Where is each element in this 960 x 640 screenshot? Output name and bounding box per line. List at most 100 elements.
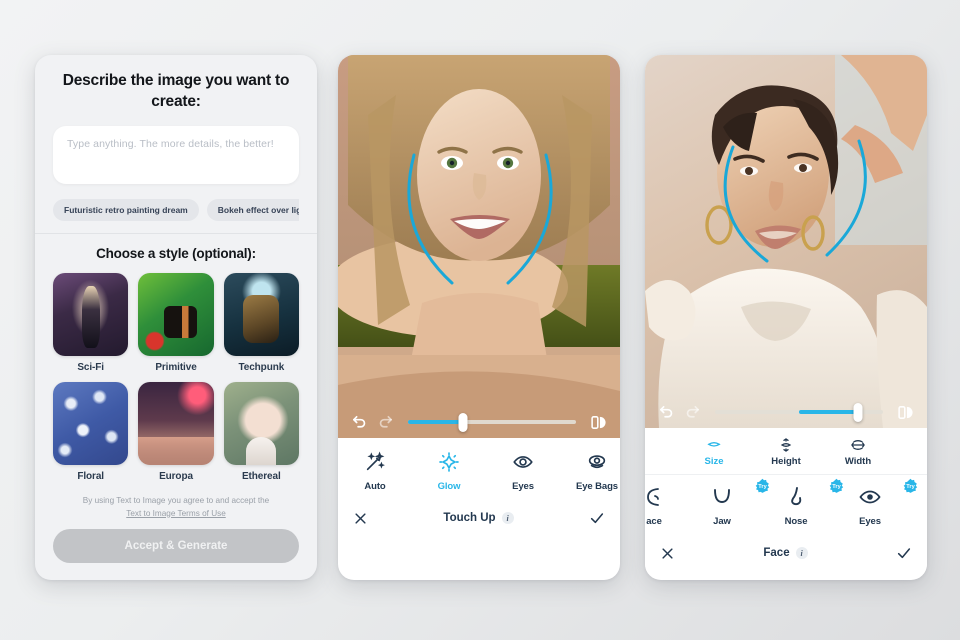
lips-height-icon (758, 436, 814, 453)
touchup-bottom-bar: Touch Up i (338, 497, 620, 539)
nose-icon: Try (759, 478, 844, 510)
style-option-techpunk[interactable]: Techpunk (223, 273, 299, 374)
photo-control-bar (338, 406, 620, 438)
accept-and-generate-button[interactable]: Accept & Generate (53, 528, 299, 563)
check-icon[interactable] (896, 545, 912, 561)
check-icon[interactable] (589, 510, 605, 526)
style-option-ethereal[interactable]: Ethereal (223, 382, 299, 483)
undo-icon[interactable] (351, 414, 368, 431)
style-section-title: Choose a style (optional): (96, 246, 256, 262)
lips-subtab-row[interactable]: Size Height Width (645, 428, 927, 475)
try-badge-label: Try (758, 483, 767, 490)
undo-icon[interactable] (658, 404, 675, 421)
eye-bags-icon (560, 449, 620, 475)
tool-eyes[interactable]: Try Eyes (833, 478, 918, 527)
intensity-slider[interactable] (408, 413, 576, 432)
style-label: Ethereal (241, 471, 281, 483)
face-tool-row[interactable]: ace Try Jaw Try Nose Try Eyes (645, 475, 927, 532)
tool-eye-bags[interactable]: Eye Bags (560, 449, 620, 492)
close-icon[interactable] (660, 546, 675, 561)
terms-sentence: By using Text to Image you agree to and … (82, 496, 270, 506)
panel-title: Face i (763, 547, 808, 559)
try-badge-label: Try (906, 483, 915, 490)
prompt-input[interactable]: Type anything. The more details, the bet… (53, 126, 299, 185)
magic-wand-icon (338, 449, 412, 475)
photo-control-bar (645, 396, 927, 428)
tool-label: Eyes (512, 481, 534, 492)
tool-label: Nose (784, 516, 808, 527)
face-icon (645, 484, 685, 510)
photo-canvas-blonde-woman[interactable] (338, 55, 620, 438)
redo-icon[interactable] (377, 414, 394, 431)
terms-text: By using Text to Image you agree to and … (53, 495, 299, 520)
tool-label: Lips (907, 516, 927, 527)
intensity-slider[interactable] (715, 403, 883, 422)
style-label: Europa (159, 471, 193, 483)
face-panel: Size Height Width ace Try Jaw Try Nose T… (645, 55, 927, 580)
suggestion-chip[interactable]: Bokeh effect over light (206, 199, 299, 222)
tool-label: Auto (364, 481, 386, 492)
style-label: Floral (77, 471, 104, 483)
face-bottom-bar: Face i (645, 532, 927, 574)
try-badge-label: Try (832, 483, 841, 490)
close-icon[interactable] (353, 511, 368, 526)
terms-link[interactable]: Text to Image Terms of Use (126, 509, 226, 518)
tool-face[interactable]: ace (645, 484, 685, 527)
style-grid: Sci-Fi Primitive Techpunk Floral Europa (53, 273, 299, 482)
style-label: Techpunk (238, 362, 285, 374)
tool-label: ace (646, 516, 662, 527)
before-after-icon[interactable] (897, 404, 914, 421)
suggestion-chip[interactable]: Futuristic retro painting dream (53, 199, 199, 222)
touchup-tool-row[interactable]: Auto Glow Eyes Eye Bags (338, 438, 620, 497)
tool-eyes[interactable]: Eyes (486, 449, 560, 492)
panel-title-text: Touch Up (443, 512, 496, 524)
subtab-width[interactable]: Width (830, 436, 886, 467)
eye-icon (486, 449, 560, 475)
style-option-sci-fi[interactable]: Sci-Fi (53, 273, 129, 374)
info-icon[interactable]: i (795, 547, 808, 559)
tool-auto[interactable]: Auto (338, 449, 412, 492)
style-thumbnail[interactable] (223, 273, 299, 357)
style-option-primitive[interactable]: Primitive (138, 273, 214, 374)
style-thumbnail[interactable] (53, 382, 129, 466)
tool-label: Jaw (713, 516, 731, 527)
redo-icon[interactable] (684, 404, 701, 421)
subtab-label: Height (771, 456, 801, 467)
subtab-height[interactable]: Height (758, 436, 814, 467)
prompt-placeholder: Type anything. The more details, the bet… (67, 138, 274, 151)
style-section: Choose a style (optional): Sci-Fi Primit… (35, 234, 317, 520)
before-after-icon[interactable] (590, 414, 607, 431)
style-thumbnail[interactable] (138, 273, 214, 357)
style-thumbnail[interactable] (53, 273, 129, 357)
style-option-europa[interactable]: Europa (138, 382, 214, 483)
subtab-label: Size (704, 456, 724, 467)
subtab-size[interactable]: Size (686, 436, 742, 467)
tool-label: Eyes (859, 516, 881, 527)
lips-width-icon (830, 436, 886, 453)
page-title: Describe the image you want to create: (62, 72, 290, 110)
slider-fill (408, 420, 464, 424)
prompt-section: Describe the image you want to create: T… (35, 55, 317, 233)
lips-size-icon (686, 436, 742, 453)
tool-lips[interactable]: Try Lips (907, 484, 927, 527)
app-screenshot: Describe the image you want to create: T… (0, 0, 960, 640)
style-thumbnail[interactable] (138, 382, 214, 466)
panel-title: Touch Up i (443, 512, 514, 524)
slider-thumb[interactable] (853, 403, 863, 422)
slider-thumb[interactable] (458, 413, 468, 432)
face-guide-overlay (407, 153, 553, 285)
tool-glow[interactable]: Glow (412, 449, 486, 492)
style-option-floral[interactable]: Floral (53, 382, 129, 483)
suggestion-chip-row[interactable]: Futuristic retro painting dream Bokeh ef… (53, 199, 299, 233)
panel-title-text: Face (763, 547, 790, 559)
tool-nose[interactable]: Try Nose (759, 478, 844, 527)
style-label: Primitive (155, 362, 197, 374)
style-label: Sci-Fi (77, 362, 104, 374)
sparkle-icon (412, 449, 486, 475)
style-thumbnail[interactable] (223, 382, 299, 466)
photo-canvas-brunette-woman[interactable] (645, 55, 927, 428)
tool-jaw[interactable]: Try Jaw (685, 478, 770, 527)
subtab-label: Width (844, 456, 872, 467)
face-guide-overlay (723, 139, 867, 263)
info-icon[interactable]: i (501, 512, 514, 524)
